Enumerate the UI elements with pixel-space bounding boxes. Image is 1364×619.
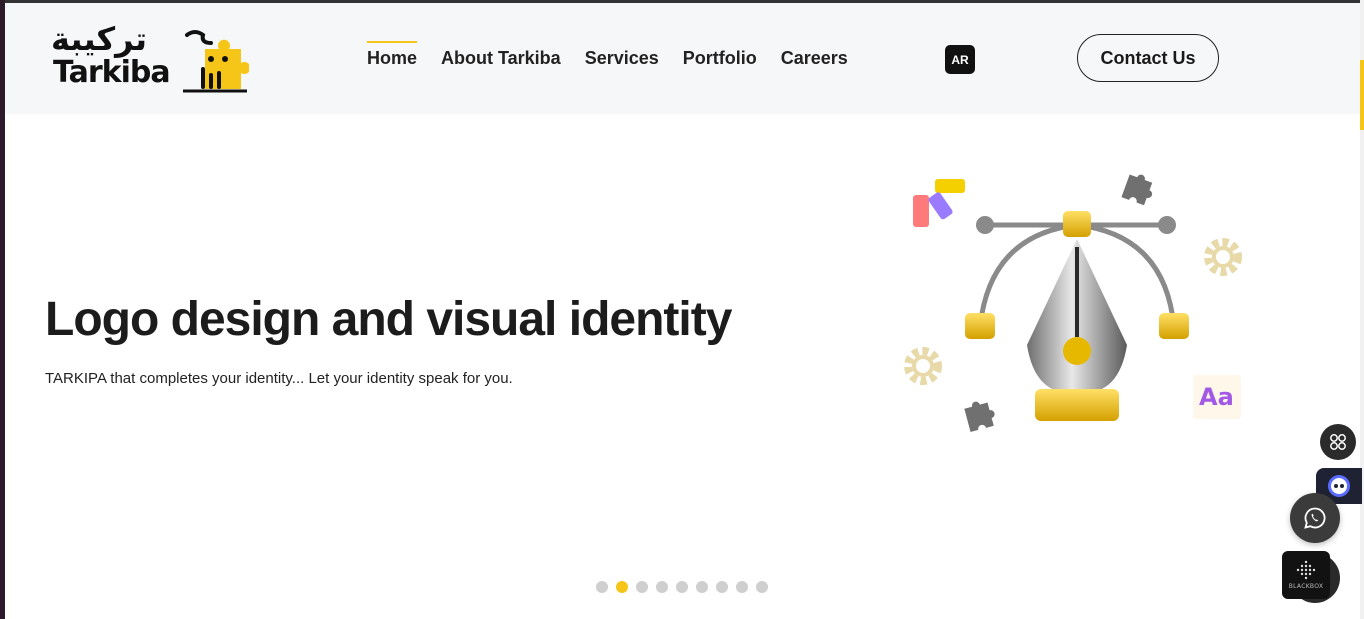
nav-about[interactable]: About Tarkiba — [441, 43, 561, 73]
blackbox-label: BLACKBOX — [1288, 583, 1324, 590]
scrollbar-thumb[interactable] — [1360, 60, 1364, 130]
typography-aa-label: Aa — [1199, 383, 1234, 411]
language-toggle-button[interactable]: AR — [945, 45, 975, 74]
nav-portfolio[interactable]: Portfolio — [683, 43, 757, 73]
puzzle-piece-icon — [1121, 174, 1153, 206]
grid-icon — [1330, 434, 1346, 450]
logo-english-text: Tarkiba — [53, 55, 171, 90]
color-swatch-icon — [913, 179, 965, 227]
brand-logo[interactable]: تركيبة Tarkiba — [51, 21, 251, 99]
contact-us-button[interactable]: Contact Us — [1077, 34, 1219, 82]
apps-grid-button[interactable] — [1320, 424, 1356, 460]
slider-dot[interactable] — [656, 581, 668, 593]
nav-careers[interactable]: Careers — [781, 43, 848, 73]
nav-services[interactable]: Services — [585, 43, 659, 73]
slider-dot[interactable] — [596, 581, 608, 593]
hero-title: Logo design and visual identity — [45, 293, 732, 346]
logo-arabic-text: تركيبة — [51, 20, 148, 58]
slider-dot[interactable] — [676, 581, 688, 593]
bot-face-icon — [1328, 475, 1350, 497]
hero-subtitle: TARKIPA that completes your identity... … — [45, 370, 513, 387]
gear-icon — [1204, 238, 1242, 276]
pen-tool-illustration: Aa — [904, 174, 1242, 432]
slider-pagination — [596, 581, 768, 593]
puzzle-face-icon — [183, 30, 249, 93]
blackbox-widget[interactable]: BLACKBOX — [1282, 551, 1330, 599]
puzzle-piece-icon — [964, 401, 995, 432]
slider-dot[interactable] — [636, 581, 648, 593]
slider-dot[interactable] — [716, 581, 728, 593]
slider-dot[interactable] — [696, 581, 708, 593]
site-header: تركيبة Tarkiba Home About Tarkiba Servic… — [5, 3, 1360, 114]
slider-dot[interactable] — [756, 581, 768, 593]
dot-matrix-logo-icon — [1296, 560, 1316, 580]
nav-home[interactable]: Home — [367, 41, 418, 73]
gear-icon — [904, 347, 942, 385]
whatsapp-icon — [1304, 507, 1326, 529]
slider-dot[interactable] — [616, 581, 628, 593]
whatsapp-button[interactable] — [1290, 493, 1340, 543]
main-nav: Home About Tarkiba Services Portfolio Ca… — [367, 41, 848, 73]
slider-dot[interactable] — [736, 581, 748, 593]
